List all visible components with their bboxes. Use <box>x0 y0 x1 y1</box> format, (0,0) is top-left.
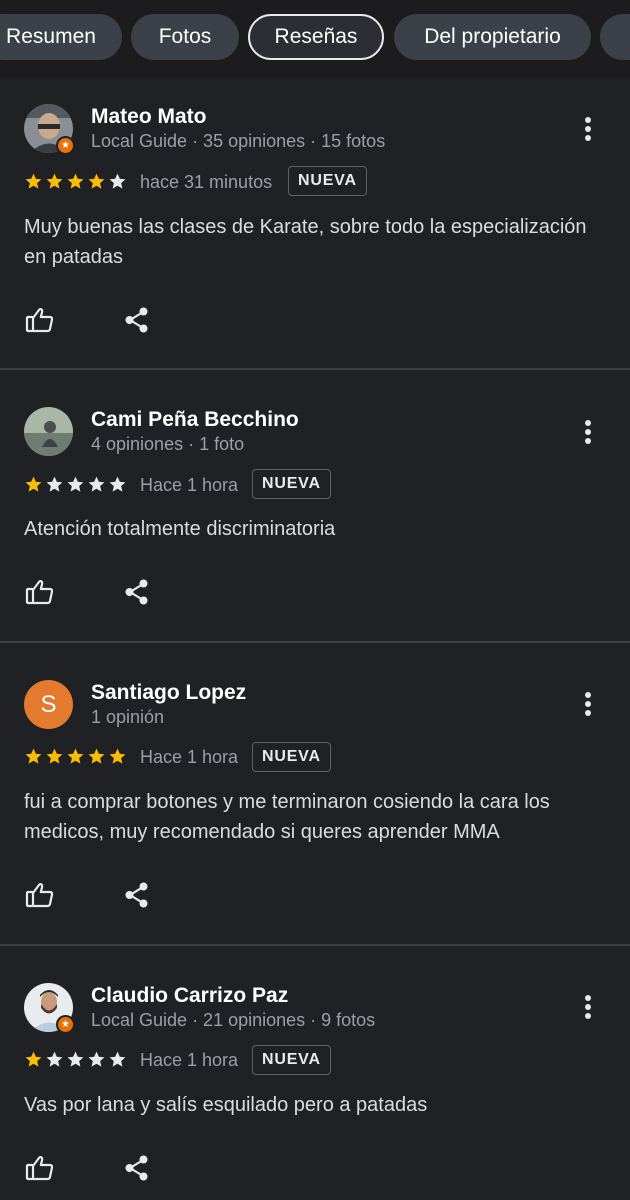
star-filled-icon <box>66 747 85 766</box>
review-author-meta: Local Guide · 21 opiniones · 9 fotos <box>91 1010 376 1030</box>
avatar[interactable]: ★ <box>24 104 75 155</box>
star-empty-icon <box>108 172 127 191</box>
star-filled-icon <box>66 172 85 191</box>
share-icon[interactable] <box>121 879 153 911</box>
local-guide-icon: ★ <box>56 1015 75 1034</box>
avatar[interactable]: ★ <box>24 983 75 1034</box>
tab-fotos[interactable]: Fotos <box>131 14 239 60</box>
more-options-icon[interactable] <box>576 420 600 450</box>
tab-resenas[interactable]: Reseñas <box>248 14 384 60</box>
tab-bar: Resumen Fotos Reseñas Del propietario <box>0 0 630 78</box>
review-text: fui a comprar botones y me terminaron co… <box>24 791 550 843</box>
star-filled-icon <box>24 1050 43 1069</box>
star-filled-icon <box>87 747 106 766</box>
star-rating <box>24 172 129 194</box>
avatar-letter: S <box>24 680 73 729</box>
review-author[interactable]: Santiago Lopez <box>91 681 246 705</box>
divider <box>0 944 630 946</box>
star-filled-icon <box>24 747 43 766</box>
review-time: Hace 1 hora <box>140 747 239 767</box>
review-time: Hace 1 hora <box>140 475 239 495</box>
divider <box>0 368 630 370</box>
star-rating <box>24 747 129 769</box>
like-icon[interactable] <box>24 1152 56 1184</box>
review-author-meta: 1 opinión <box>91 707 165 727</box>
review-time: Hace 1 hora <box>140 1050 239 1070</box>
like-icon[interactable] <box>24 304 56 336</box>
star-empty-icon <box>66 1050 85 1069</box>
new-badge: NUEVA <box>252 742 331 772</box>
new-badge: NUEVA <box>288 166 367 196</box>
avatar-photo <box>24 407 73 456</box>
star-filled-icon <box>108 747 127 766</box>
review-author[interactable]: Cami Peña Becchino <box>91 408 299 432</box>
review-author[interactable]: Claudio Carrizo Paz <box>91 984 288 1008</box>
avatar[interactable] <box>24 407 73 456</box>
star-empty-icon <box>87 1050 106 1069</box>
new-badge: NUEVA <box>252 469 331 499</box>
star-empty-icon <box>45 1050 64 1069</box>
tab-overflow[interactable] <box>600 14 630 60</box>
like-icon[interactable] <box>24 879 56 911</box>
tab-del-propietario[interactable]: Del propietario <box>394 14 591 60</box>
review-text: Atención totalmente discriminatoria <box>24 518 336 540</box>
review-time: hace 31 minutos <box>140 172 273 192</box>
more-options-icon[interactable] <box>576 692 600 722</box>
star-filled-icon <box>45 172 64 191</box>
more-options-icon[interactable] <box>576 117 600 147</box>
star-empty-icon <box>87 475 106 494</box>
star-filled-icon <box>45 747 64 766</box>
divider <box>0 641 630 643</box>
new-badge: NUEVA <box>252 1045 331 1075</box>
review-author-meta: 4 opiniones · 1 foto <box>91 434 245 454</box>
like-icon[interactable] <box>24 576 56 608</box>
review-author-meta: Local Guide · 35 opiniones · 15 fotos <box>91 131 386 151</box>
star-rating <box>24 1050 129 1072</box>
review-text: Vas por lana y salís esquilado pero a pa… <box>24 1094 428 1116</box>
star-filled-icon <box>24 172 43 191</box>
star-empty-icon <box>108 1050 127 1069</box>
star-empty-icon <box>45 475 64 494</box>
avatar[interactable]: S <box>24 680 73 729</box>
star-filled-icon <box>87 172 106 191</box>
more-options-icon[interactable] <box>576 995 600 1025</box>
star-rating <box>24 475 129 497</box>
share-icon[interactable] <box>121 1152 153 1184</box>
star-empty-icon <box>108 475 127 494</box>
star-filled-icon <box>24 475 43 494</box>
review-author[interactable]: Mateo Mato <box>91 105 207 129</box>
review-text: Muy buenas las clases de Karate, sobre t… <box>24 216 587 268</box>
star-empty-icon <box>66 475 85 494</box>
share-icon[interactable] <box>121 576 153 608</box>
share-icon[interactable] <box>121 304 153 336</box>
tab-resumen[interactable]: Resumen <box>0 14 122 60</box>
local-guide-icon: ★ <box>56 136 75 155</box>
